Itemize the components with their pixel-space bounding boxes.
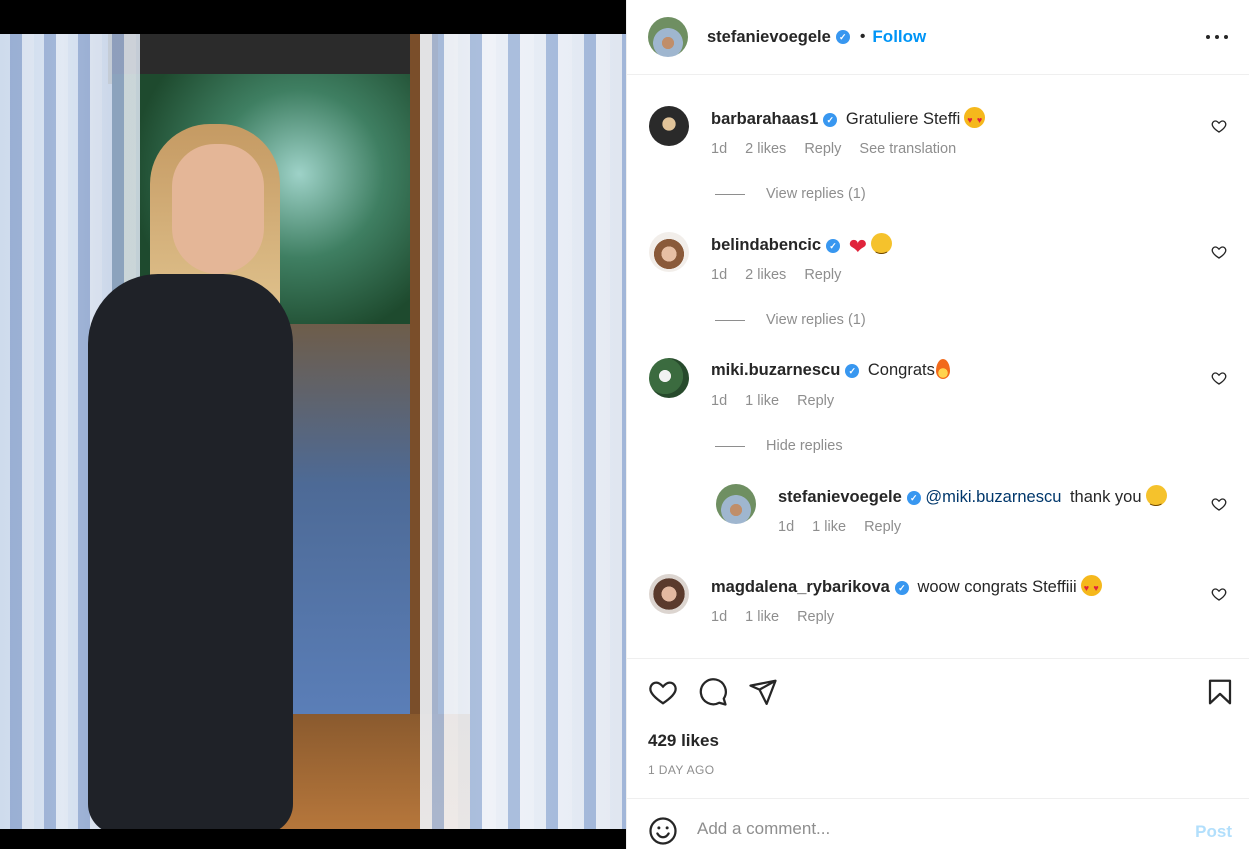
comment-text: Gratuliere Steffi <box>845 110 961 128</box>
comment-text: Congrats <box>867 361 935 379</box>
share-paper-plane-icon[interactable] <box>748 677 778 707</box>
like-comment-heart-icon[interactable] <box>1211 244 1227 260</box>
comments-list[interactable]: barbarahaas1 ✓ Gratuliere Steffi 1d 2 lik… <box>627 76 1249 658</box>
follow-button[interactable]: Follow <box>872 27 926 47</box>
comment-body: miki.buzarnescu ✓ Congrats <box>711 359 950 381</box>
commenter-username[interactable]: stefanievoegele <box>778 488 902 506</box>
comment-text: thank you <box>1069 488 1142 506</box>
view-replies-button[interactable]: View replies (1) <box>715 186 866 202</box>
author-username[interactable]: stefanievoegele <box>707 28 831 47</box>
like-comment-heart-icon[interactable] <box>1211 496 1227 512</box>
comment-item: miki.buzarnescu ✓ Congrats 1d 1 like Repl… <box>649 358 1239 418</box>
comment-time: 1d <box>711 609 728 625</box>
comment-body: stefanievoegele ✓ @miki.buzarnescu thank … <box>778 485 1167 510</box>
comment-likes-count[interactable]: 1 like <box>745 609 779 625</box>
replies-line <box>715 319 745 321</box>
comment-text: woow congrats Steffiii <box>917 578 1077 596</box>
comment-body: magdalena_rybarikova ✓ woow congrats Stef… <box>711 575 1102 599</box>
author-avatar[interactable] <box>648 17 688 57</box>
post-panel: stefanievoegele ✓ • Follow barbarahaas1 ✓… <box>626 0 1249 849</box>
comment-item: magdalena_rybarikova ✓ woow congrats Stef… <box>649 574 1239 634</box>
verified-badge-icon: ✓ <box>906 490 921 505</box>
more-options-icon[interactable] <box>1206 27 1228 47</box>
mention-link[interactable]: @miki.buzarnescu <box>925 488 1061 506</box>
comment-input[interactable] <box>697 813 1167 845</box>
commenter-avatar[interactable] <box>716 484 756 524</box>
verified-badge-icon: ✓ <box>894 580 909 595</box>
reply-button[interactable]: Reply <box>804 141 841 157</box>
heart-eyes-emoji-icon <box>964 107 986 131</box>
comment-composer: Post <box>627 798 1249 849</box>
commenter-avatar[interactable] <box>649 358 689 398</box>
replies-toggle-label: View replies (1) <box>766 312 866 328</box>
commenter-avatar[interactable] <box>649 106 689 146</box>
commenter-username[interactable]: magdalena_rybarikova <box>711 578 890 596</box>
hide-replies-button[interactable]: Hide replies <box>715 438 843 454</box>
comment-meta: 1d 2 likes Reply See translation <box>711 141 970 157</box>
replies-toggle-label: View replies (1) <box>766 186 866 202</box>
commenter-username[interactable]: belindabencic <box>711 236 821 254</box>
comment-likes-count[interactable]: 2 likes <box>745 141 786 157</box>
replies-line <box>715 445 745 447</box>
comment-item: belindabencic ✓ ❤ 1d 2 likes Reply <box>649 232 1239 292</box>
like-comment-heart-icon[interactable] <box>1211 118 1227 134</box>
photo-person-face <box>172 144 264 274</box>
like-comment-heart-icon[interactable] <box>1211 370 1227 386</box>
heart-eyes-emoji-icon <box>1080 575 1102 599</box>
replies-line <box>715 193 745 195</box>
post-actions: 429 likes 1 DAY AGO <box>627 658 1249 798</box>
verified-badge-icon: ✓ <box>835 30 850 44</box>
comment-time: 1d <box>711 141 728 157</box>
see-translation-button[interactable]: See translation <box>859 141 956 157</box>
red-heart-emoji-icon: ❤ <box>848 234 868 259</box>
smiling-face-emoji-icon <box>871 233 893 258</box>
commenter-username[interactable]: miki.buzarnescu <box>711 361 840 379</box>
comment-time: 1d <box>778 519 795 535</box>
emoji-picker-icon[interactable] <box>648 816 678 846</box>
post-comment-button[interactable]: Post <box>1195 822 1232 842</box>
comment-body: belindabencic ✓ ❤ <box>711 233 893 259</box>
comment-bubble-icon[interactable] <box>698 677 728 707</box>
view-replies-button[interactable]: View replies (1) <box>715 312 866 328</box>
reply-button[interactable]: Reply <box>864 519 901 535</box>
verified-badge-icon: ✓ <box>823 112 838 127</box>
post-media[interactable] <box>0 0 626 849</box>
likes-count[interactable]: 429 likes <box>648 731 719 751</box>
smiling-face-emoji-icon <box>1145 485 1167 510</box>
save-bookmark-icon[interactable] <box>1205 677 1235 707</box>
comment-time: 1d <box>711 267 728 283</box>
comment-meta: 1d 2 likes Reply <box>711 267 855 283</box>
comment-likes-count[interactable]: 1 like <box>745 393 779 409</box>
post-age: 1 DAY AGO <box>648 763 715 777</box>
comment-meta: 1d 1 like Reply <box>711 609 848 625</box>
comment-body: barbarahaas1 ✓ Gratuliere Steffi <box>711 107 986 131</box>
photo-person-body <box>88 274 293 829</box>
commenter-username[interactable]: barbarahaas1 <box>711 110 818 128</box>
reply-button[interactable]: Reply <box>804 267 841 283</box>
commenter-avatar[interactable] <box>649 232 689 272</box>
comment-meta: 1d 1 like Reply <box>778 519 915 535</box>
reply-item: stefanievoegele ✓ @miki.buzarnescu thank … <box>716 484 1239 544</box>
commenter-avatar[interactable] <box>649 574 689 614</box>
post-header: stefanievoegele ✓ • Follow <box>627 0 1249 75</box>
reply-button[interactable]: Reply <box>797 609 834 625</box>
comment-meta: 1d 1 like Reply <box>711 393 848 409</box>
fire-emoji-icon <box>935 359 950 379</box>
comment-likes-count[interactable]: 1 like <box>812 519 846 535</box>
like-comment-heart-icon[interactable] <box>1211 586 1227 602</box>
comment-time: 1d <box>711 393 728 409</box>
reply-button[interactable]: Reply <box>797 393 834 409</box>
post-photo <box>0 34 626 829</box>
like-heart-icon[interactable] <box>648 677 678 707</box>
comment-likes-count[interactable]: 2 likes <box>745 267 786 283</box>
replies-toggle-label: Hide replies <box>766 438 843 454</box>
separator-dot: • <box>859 28 866 45</box>
verified-badge-icon: ✓ <box>826 238 841 253</box>
comment-item: barbarahaas1 ✓ Gratuliere Steffi 1d 2 lik… <box>649 106 1239 166</box>
photo-curtain-right <box>420 34 626 829</box>
verified-badge-icon: ✓ <box>845 363 860 378</box>
